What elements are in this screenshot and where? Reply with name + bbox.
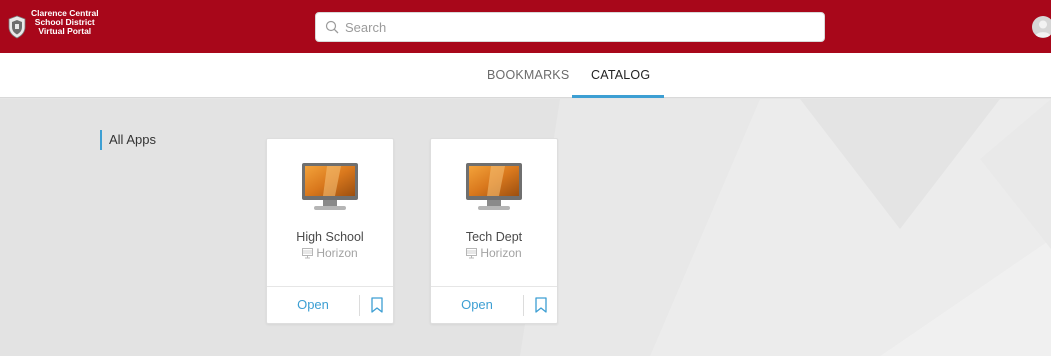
open-button[interactable]: Open bbox=[431, 287, 523, 323]
desktop-monitor-icon bbox=[302, 163, 358, 210]
bookmark-button[interactable] bbox=[524, 287, 558, 323]
app-type-label: Horizon bbox=[480, 246, 522, 260]
tab-bookmarks[interactable]: BOOKMARKS bbox=[487, 53, 569, 98]
brand-name: Clarence Central School District Virtual… bbox=[31, 9, 99, 36]
app-type: Horizon bbox=[431, 246, 557, 260]
tab-bar: BOOKMARKS CATALOG bbox=[0, 53, 1051, 98]
app-tile-high-school[interactable]: High School Horizon Open bbox=[266, 138, 394, 324]
tile-footer: Open bbox=[431, 286, 557, 323]
tab-catalog[interactable]: CATALOG bbox=[591, 53, 650, 98]
desktop-monitor-icon bbox=[466, 163, 522, 210]
active-tab-indicator bbox=[572, 95, 664, 98]
search-input[interactable] bbox=[345, 19, 815, 35]
top-header: Clarence Central School District Virtual… bbox=[0, 0, 1051, 53]
brand-line-3: Virtual Portal bbox=[38, 26, 92, 36]
bookmark-button[interactable] bbox=[360, 287, 394, 323]
brand[interactable]: Clarence Central School District Virtual… bbox=[8, 9, 99, 39]
bookmark-icon bbox=[535, 297, 547, 313]
app-type-label: Horizon bbox=[316, 246, 358, 260]
app-tile-tech-dept[interactable]: Tech Dept Horizon Open bbox=[430, 138, 558, 324]
app-type: Horizon bbox=[267, 246, 393, 260]
sidebar-item-all-apps[interactable]: All Apps bbox=[100, 130, 156, 150]
bookmark-icon bbox=[371, 297, 383, 313]
horizon-desktop-icon bbox=[302, 247, 314, 258]
user-icon bbox=[1035, 20, 1051, 37]
school-crest-icon bbox=[8, 15, 26, 39]
app-name: High School bbox=[296, 230, 364, 244]
horizon-desktop-icon bbox=[466, 247, 478, 258]
user-avatar[interactable] bbox=[1032, 16, 1051, 38]
search-icon bbox=[325, 20, 339, 34]
search-box[interactable] bbox=[315, 12, 825, 42]
tile-footer: Open bbox=[267, 286, 393, 323]
open-button[interactable]: Open bbox=[267, 287, 359, 323]
app-name: Tech Dept bbox=[465, 230, 523, 244]
